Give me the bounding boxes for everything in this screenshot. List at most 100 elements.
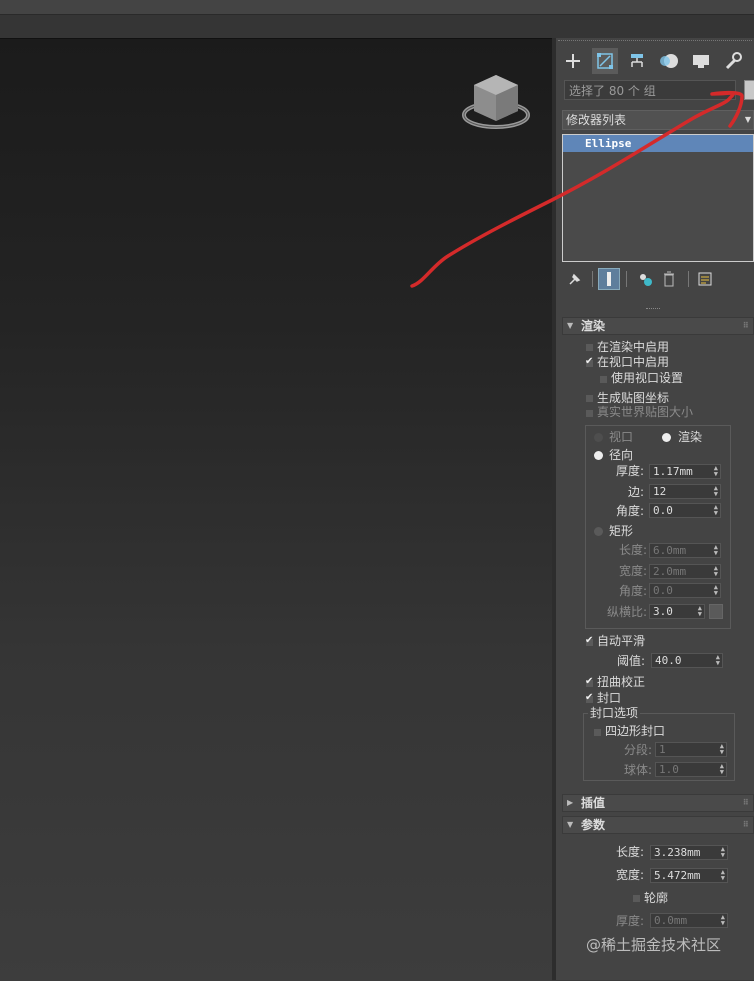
use-viewport-settings-checkbox[interactable] (599, 375, 608, 384)
expand-arrow-icon: ▶ (567, 798, 574, 807)
splitter-grip[interactable] (646, 308, 660, 310)
make-unique-icon[interactable] (634, 268, 656, 290)
segments-value: 1 (659, 743, 666, 756)
stack-item-ellipse[interactable]: Ellipse (563, 135, 753, 152)
rollout-grip-icon: ⠿ (742, 820, 749, 829)
utilities-icon[interactable] (720, 48, 746, 74)
shape-group (585, 425, 731, 629)
threshold-spinner[interactable]: 40.0 ▲ ▼ (651, 653, 723, 668)
rectangular-radio[interactable] (594, 527, 603, 536)
twist-correction-label: 扭曲校正 (597, 675, 646, 689)
rect-length-spinner[interactable]: 6.0mm ▲ ▼ (649, 543, 721, 558)
rendering-rollout-header[interactable]: ▼ 渲染 ⠿ (562, 317, 754, 335)
spinner-arrows-icon[interactable]: ▲ ▼ (721, 846, 725, 859)
spinner-arrows-icon[interactable]: ▲ ▼ (721, 869, 725, 882)
length-label: 长度: (616, 845, 645, 859)
cap-checkbox[interactable] (585, 692, 594, 704)
angle-spinner[interactable]: 0.0 ▲ ▼ (649, 503, 721, 518)
modify-icon[interactable] (592, 48, 618, 74)
lock-aspect-icon[interactable] (709, 604, 723, 619)
quad-cap-checkbox[interactable] (593, 728, 602, 737)
show-end-result-icon[interactable] (598, 268, 620, 290)
spinner-arrows-icon[interactable]: ▲ ▼ (714, 485, 718, 498)
aspect-value: 3.0 (653, 605, 673, 618)
stack-toolbar (564, 268, 754, 290)
real-world-map-size-checkbox[interactable] (585, 409, 594, 418)
rect-angle-value: 0.0 (653, 584, 673, 597)
spinner-arrows-icon[interactable]: ▲ ▼ (714, 565, 718, 578)
spinner-arrows-icon[interactable]: ▲ ▼ (716, 654, 720, 667)
width-label: 宽度: (616, 868, 645, 882)
segments-label: 分段: (624, 743, 653, 757)
width-spinner[interactable]: 5.472mm ▲ ▼ (650, 868, 728, 883)
radial-radio[interactable] (594, 451, 603, 460)
generate-mapping-checkbox[interactable] (585, 394, 594, 403)
rect-angle-spinner[interactable]: 0.0 ▲ ▼ (649, 583, 721, 598)
segments-spinner[interactable]: 1 ▲ ▼ (655, 742, 727, 757)
collapse-arrow-icon: ▼ (567, 321, 574, 330)
viewport-radio-label: 视口 (609, 430, 634, 444)
spinner-arrows-icon[interactable]: ▲ ▼ (720, 743, 724, 756)
sides-spinner[interactable]: 12 ▲ ▼ (649, 484, 721, 499)
threshold-value: 40.0 (655, 654, 682, 667)
display-icon[interactable] (688, 48, 714, 74)
dropdown-arrow-icon: ▼ (744, 115, 751, 124)
generate-mapping-label: 生成贴图坐标 (597, 391, 670, 405)
length-spinner[interactable]: 3.238mm ▲ ▼ (650, 845, 728, 860)
remove-modifier-icon[interactable] (658, 268, 680, 290)
rect-length-label: 长度: (619, 543, 648, 557)
twist-correction-checkbox[interactable] (585, 676, 594, 688)
configure-sets-icon[interactable] (694, 268, 716, 290)
spinner-arrows-icon[interactable]: ▲ ▼ (721, 914, 725, 927)
sphere-label: 球体: (624, 763, 653, 777)
spinner-arrows-icon[interactable]: ▲ ▼ (720, 763, 724, 776)
rect-width-spinner[interactable]: 2.0mm ▲ ▼ (649, 564, 721, 579)
spinner-arrows-icon[interactable]: ▲ ▼ (714, 465, 718, 478)
viewport[interactable] (0, 38, 552, 981)
thickness-label: 厚度: (616, 464, 645, 478)
viewport-radio[interactable] (594, 433, 603, 442)
rollout-grip-icon: ⠿ (742, 798, 749, 807)
enable-in-renderer-checkbox[interactable] (585, 343, 594, 352)
cap-label: 封口 (597, 691, 622, 705)
motion-icon[interactable] (656, 48, 682, 74)
outline-thickness-spinner[interactable]: 0.0mm ▲ ▼ (650, 913, 728, 928)
hierarchy-icon[interactable] (624, 48, 650, 74)
modifier-stack[interactable]: Ellipse (562, 134, 754, 262)
length-value: 3.238mm (654, 846, 701, 859)
thickness-spinner[interactable]: 1.17mm ▲ ▼ (649, 464, 721, 479)
spinner-arrows-icon[interactable]: ▲ ▼ (714, 584, 718, 597)
sphere-value: 1.0 (659, 763, 679, 776)
radial-radio-label: 径向 (609, 448, 634, 462)
outline-thickness-label: 厚度: (616, 914, 645, 928)
spinner-arrows-icon[interactable]: ▲ ▼ (698, 605, 702, 618)
enable-in-viewport-checkbox[interactable] (585, 356, 594, 368)
rollout-grip-icon: ⠿ (742, 321, 749, 330)
outline-checkbox[interactable] (632, 894, 641, 903)
panel-grip[interactable] (558, 40, 752, 44)
create-icon[interactable] (560, 48, 586, 74)
enable-in-viewport-label: 在视口中启用 (597, 355, 670, 369)
spinner-arrows-icon[interactable]: ▲ ▼ (714, 544, 718, 557)
rect-width-value: 2.0mm (653, 565, 687, 578)
object-color-swatch[interactable] (744, 80, 754, 100)
modifier-list-dropdown[interactable]: 修改器列表 ▼ (562, 110, 754, 130)
rect-width-label: 宽度: (619, 564, 648, 578)
rectangular-radio-label: 矩形 (609, 524, 634, 538)
quad-cap-label: 四边形封口 (605, 724, 666, 738)
aspect-label: 纵横比: (607, 605, 648, 619)
rollout-title: 参数 (581, 818, 606, 832)
spinner-arrows-icon[interactable]: ▲ ▼ (714, 504, 718, 517)
viewcube-icon[interactable] (460, 69, 532, 137)
parameters-rollout-header[interactable]: ▼ 参数 ⠿ (562, 816, 754, 834)
sphere-spinner[interactable]: 1.0 ▲ ▼ (655, 762, 727, 777)
render-radio[interactable] (662, 433, 671, 442)
aspect-spinner[interactable]: 3.0 ▲ ▼ (649, 604, 705, 619)
width-value: 5.472mm (654, 869, 701, 882)
toolbar-strip (0, 14, 754, 39)
auto-smooth-checkbox[interactable] (585, 635, 594, 647)
thickness-value: 1.17mm (653, 465, 693, 478)
selection-name-field[interactable]: 选择了 80 个 组 (564, 80, 736, 100)
interpolation-rollout-header[interactable]: ▶ 插值 ⠿ (562, 794, 754, 812)
pin-stack-icon[interactable] (564, 268, 586, 290)
